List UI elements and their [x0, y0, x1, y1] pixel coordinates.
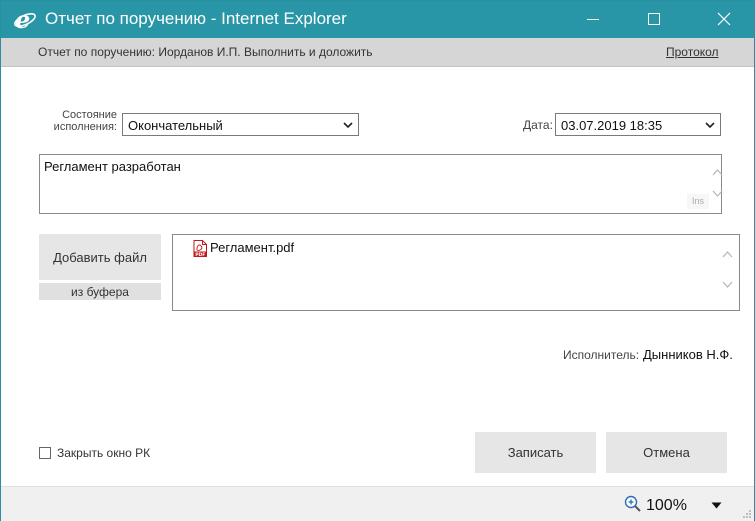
ins-badge: Ins — [687, 194, 709, 209]
state-label: Состояние исполнения: — [53, 109, 117, 133]
zoom-dropdown-icon[interactable] — [711, 502, 722, 509]
window-title: Отчет по поручению - Internet Explorer — [45, 9, 347, 28]
pdf-icon: PDF — [193, 240, 207, 257]
add-file-button[interactable]: Добавить файл — [39, 234, 161, 280]
dialog-window: e Отчет по поручению - Internet Explorer… — [0, 0, 755, 521]
save-button[interactable]: Записать — [475, 432, 596, 473]
svg-text:PDF: PDF — [195, 252, 205, 257]
ie-logo-icon: e — [13, 5, 37, 34]
status-bar: 100% — [1, 486, 754, 521]
report-textarea[interactable]: Регламент разработан Ins — [39, 154, 723, 214]
zoom-icon[interactable] — [624, 495, 642, 513]
date-label: Дата: — [523, 118, 553, 132]
file-name: Регламент.pdf — [210, 240, 295, 255]
close-window-checkbox[interactable] — [39, 447, 51, 459]
minimize-button[interactable] — [570, 1, 616, 38]
maximize-button[interactable] — [631, 1, 677, 38]
scroll-up-icon[interactable] — [722, 250, 733, 258]
scroll-down-icon[interactable] — [722, 281, 733, 289]
maximize-icon — [648, 13, 660, 25]
title-bar[interactable]: e Отчет по поручению - Internet Explorer — [1, 1, 754, 38]
resize-grip-icon[interactable] — [742, 509, 752, 519]
zoom-level[interactable]: 100% — [646, 497, 687, 515]
info-bar: Отчет по поручению: Иорданов И.П. Выполн… — [1, 38, 754, 67]
chevron-down-icon — [705, 122, 715, 129]
scroll-down-icon[interactable] — [712, 190, 723, 198]
state-select[interactable]: Окончательный — [122, 113, 359, 136]
close-button[interactable] — [701, 1, 747, 38]
attached-files-list[interactable]: PDF Регламент.pdf — [172, 234, 740, 311]
state-value: Окончательный — [128, 118, 223, 133]
minimize-icon — [587, 19, 599, 20]
executor-label: Исполнитель: — [563, 348, 640, 362]
assignment-info: Отчет по поручению: Иорданов И.П. Выполн… — [38, 45, 373, 59]
date-select[interactable]: 03.07.2019 18:35 — [555, 113, 721, 136]
close-window-label[interactable]: Закрыть окно РК — [57, 446, 150, 460]
cancel-button[interactable]: Отмена — [606, 432, 727, 473]
date-value: 03.07.2019 18:35 — [561, 118, 663, 133]
scroll-up-icon[interactable] — [712, 168, 723, 176]
from-buffer-button[interactable]: из буфера — [39, 283, 161, 300]
report-text: Регламент разработан — [44, 159, 181, 174]
chevron-down-icon — [343, 122, 353, 129]
executor-value: Дынников Н.Ф. — [643, 347, 733, 362]
protocol-link[interactable]: Протокол — [666, 45, 719, 59]
close-icon — [717, 12, 731, 26]
